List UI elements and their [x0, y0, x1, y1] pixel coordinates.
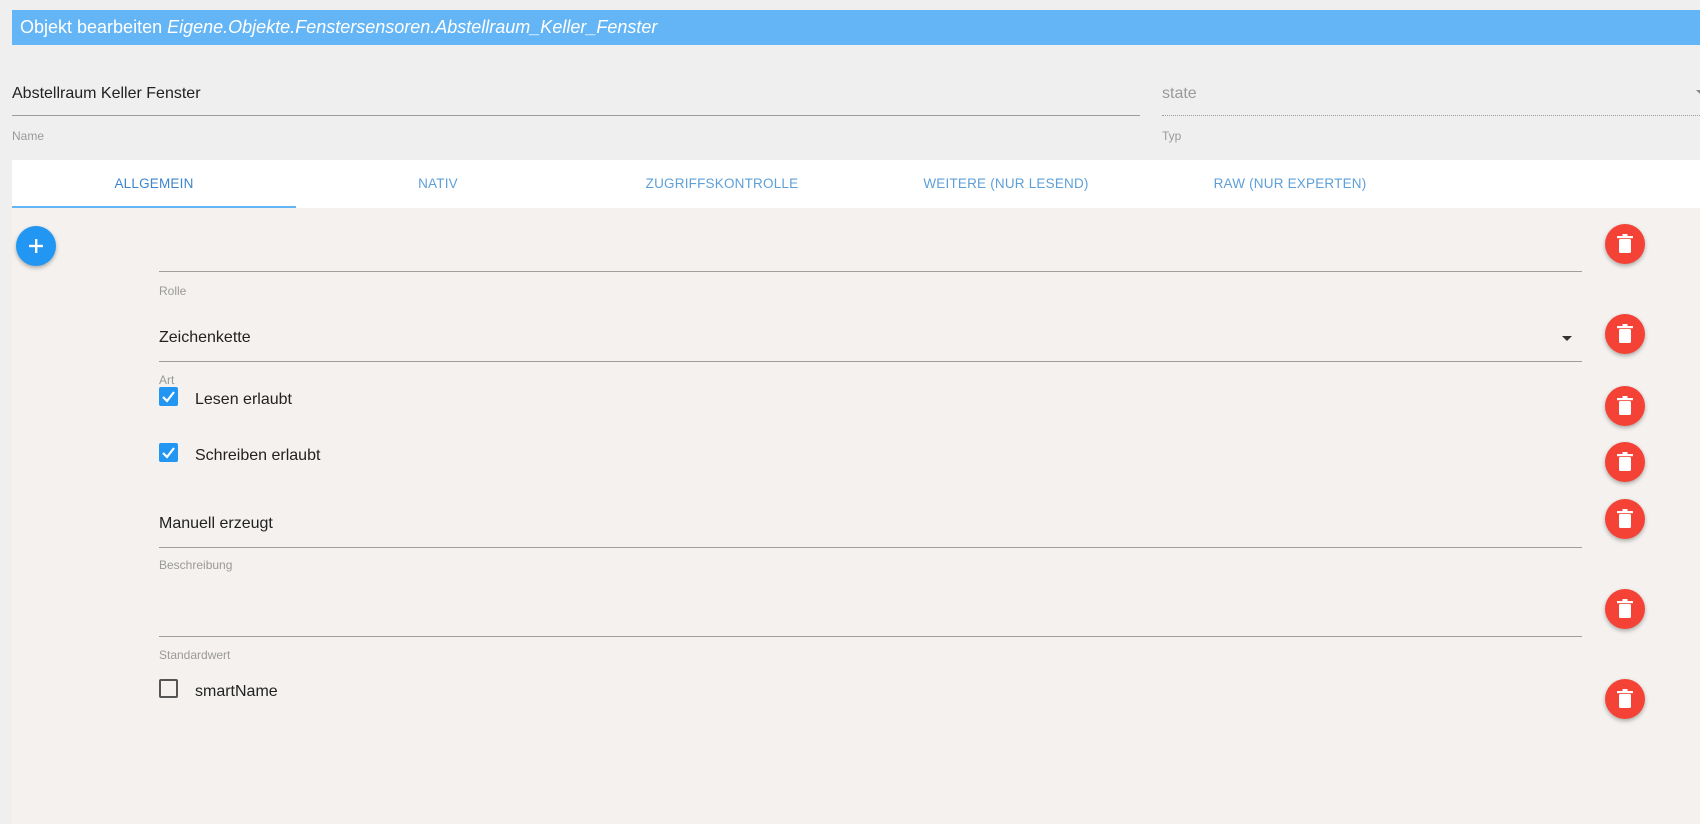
name-label: Name [12, 129, 45, 143]
role-label: Rolle [159, 284, 187, 298]
smartname-label: smartName [195, 683, 278, 700]
trash-icon [1617, 689, 1633, 708]
art-select[interactable]: Zeichenkette [159, 329, 251, 347]
tab-bar: ALLGEMEIN NATIV ZUGRIFFSKONTROLLE WEITER… [12, 160, 1700, 208]
trash-icon [1617, 509, 1633, 528]
trash-icon [1617, 452, 1633, 471]
delete-art-button[interactable] [1605, 314, 1645, 354]
default-value-underline [159, 636, 1582, 637]
trash-icon [1617, 234, 1633, 253]
description-input[interactable]: Manuell erzeugt [159, 515, 273, 533]
trash-icon [1617, 396, 1633, 415]
read-allowed-label: Lesen erlaubt [195, 391, 292, 408]
art-underline [159, 361, 1582, 362]
tab-raw[interactable]: RAW (NUR EXPERTEN) [1148, 160, 1432, 208]
tab-zugriffskontrolle[interactable]: ZUGRIFFSKONTROLLE [580, 160, 864, 208]
dialog-title: Objekt bearbeiten Eigene.Objekte.Fenster… [12, 10, 1700, 45]
trash-icon [1617, 324, 1633, 343]
type-select[interactable]: state [1162, 76, 1700, 116]
tab-nativ[interactable]: NATIV [296, 160, 580, 208]
trash-icon [1617, 599, 1633, 618]
delete-description-button[interactable] [1605, 499, 1645, 539]
description-underline [159, 547, 1582, 548]
write-allowed-checkbox[interactable] [159, 443, 178, 462]
check-icon [162, 447, 175, 459]
name-input[interactable]: Abstellraum Keller Fenster [12, 76, 1140, 116]
role-underline [159, 271, 1582, 272]
caret-down-icon [1696, 90, 1700, 95]
title-prefix: Objekt bearbeiten [20, 17, 163, 37]
tab-allgemein[interactable]: ALLGEMEIN [12, 160, 296, 208]
tab-weitere[interactable]: WEITERE (NUR LESEND) [864, 160, 1148, 208]
delete-read-button[interactable] [1605, 386, 1645, 426]
type-label: Typ [1162, 129, 1182, 143]
plus-icon [29, 239, 43, 253]
caret-down-icon [1562, 336, 1572, 341]
delete-role-button[interactable] [1605, 224, 1645, 264]
art-label: Art [159, 373, 175, 387]
smartname-checkbox[interactable] [159, 679, 178, 698]
write-allowed-label: Schreiben erlaubt [195, 447, 321, 464]
default-value-label: Standardwert [159, 648, 231, 662]
delete-write-button[interactable] [1605, 442, 1645, 482]
delete-smartname-button[interactable] [1605, 679, 1645, 719]
title-object-id: Eigene.Objekte.Fenstersensoren.Abstellra… [167, 17, 658, 37]
type-select-value: state [1162, 85, 1197, 102]
delete-default-value-button[interactable] [1605, 589, 1645, 629]
check-icon [162, 391, 175, 403]
read-allowed-checkbox[interactable] [159, 387, 178, 406]
description-label: Beschreibung [159, 558, 233, 572]
add-attribute-button[interactable] [16, 226, 56, 266]
